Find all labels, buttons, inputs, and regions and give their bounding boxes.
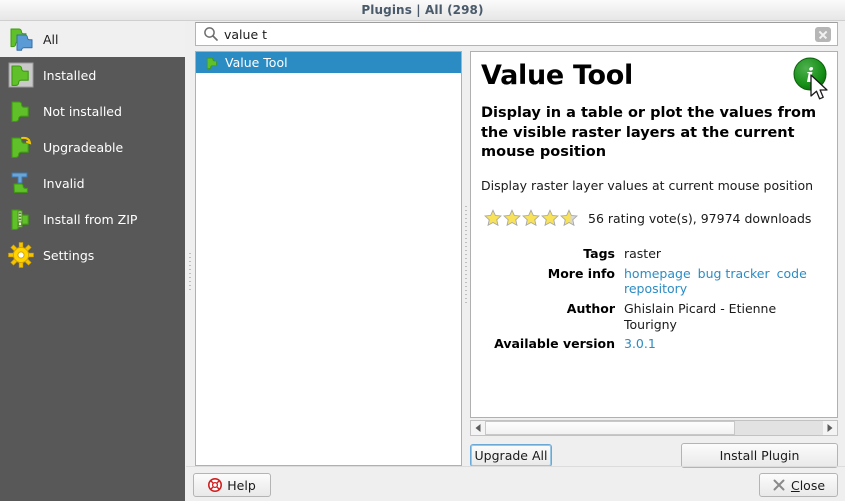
sidebar-item-label: Settings <box>43 248 94 263</box>
window-title: Plugins | All (298) <box>0 3 845 17</box>
upgrade-all-label: Upgrade All <box>475 448 548 463</box>
plugin-subtitle: Display in a table or plot the values fr… <box>481 104 827 162</box>
puzzle-all-icon <box>8 26 34 52</box>
plugins-dialog: Plugins | All (298) All Installed Not inst… <box>0 0 845 501</box>
metadata-value: raster <box>624 244 827 264</box>
puzzle-green-icon <box>8 98 34 124</box>
metadata-key: Author <box>481 299 624 334</box>
search-icon <box>202 25 220 43</box>
puzzle-invalid-icon <box>8 170 34 196</box>
puzzle-arrow-icon <box>8 134 34 160</box>
splitter-grip <box>465 206 467 306</box>
gear-icon <box>8 242 34 268</box>
sidebar-item-label: Installed <box>43 68 96 83</box>
scroll-thumb[interactable] <box>485 421 735 435</box>
sidebar-item-not-installed[interactable]: Not installed <box>0 93 185 129</box>
metadata-value: homepagebug trackercode repository <box>624 264 827 299</box>
metadata-key: More info <box>481 264 624 299</box>
puzzle-green-icon <box>205 56 219 70</box>
close-label-mnemonic: C <box>791 478 800 493</box>
close-button[interactable]: Close <box>759 473 838 497</box>
plugin-description: Display raster layer values at current m… <box>481 178 827 193</box>
help-label: Help <box>227 478 256 493</box>
metadata-table: TagsrasterMore infohomepagebug trackerco… <box>481 244 827 354</box>
star-icon[interactable] <box>541 209 560 227</box>
install-plugin-button[interactable]: Install Plugin <box>681 443 838 468</box>
metadata-row: AuthorGhislain Picard - Etienne Tourigny <box>481 299 827 334</box>
detail-hscrollbar[interactable] <box>470 420 838 436</box>
metadata-value: Ghislain Picard - Etienne Tourigny <box>624 299 827 334</box>
upgrade-all-button[interactable]: Upgrade All <box>470 444 552 467</box>
metadata-row: Tagsraster <box>481 244 827 264</box>
puzzle-installed-icon <box>8 62 34 88</box>
sidebar: All Installed Not installed Upgradeable Inva… <box>0 21 185 501</box>
plugin-name: Value Tool <box>225 55 288 70</box>
sidebar-item-label: Install from ZIP <box>43 212 137 227</box>
sidebar-item-upgradeable[interactable]: Upgradeable <box>0 129 185 165</box>
sidebar-item-settings[interactable]: Settings <box>0 237 185 273</box>
mouse-pointer-icon <box>809 74 831 102</box>
detail-splitter[interactable] <box>462 51 470 466</box>
sidebar-item-label: Upgradeable <box>43 140 123 155</box>
star-icon[interactable] <box>503 209 522 227</box>
plugin-title: Value Tool <box>481 62 827 90</box>
sidebar-item-install-from-zip[interactable]: Install from ZIP <box>0 201 185 237</box>
sidebar-item-invalid[interactable]: Invalid <box>0 165 185 201</box>
rating-row: 56 rating vote(s), 97974 downloads <box>484 209 827 227</box>
sidebar-item-installed[interactable]: Installed <box>0 57 185 93</box>
plugin-details: i Value Tool Display in a table or plot … <box>470 51 838 418</box>
rating-text: 56 rating vote(s), 97974 downloads <box>588 211 811 226</box>
list-item[interactable]: Value Tool <box>196 52 461 73</box>
link-homepage[interactable]: homepage <box>624 266 691 281</box>
star-icon[interactable] <box>522 209 541 227</box>
arrow-left-icon[interactable] <box>471 421 485 435</box>
metadata-row: Available version3.0.1 <box>481 334 827 354</box>
metadata-row: More infohomepagebug trackercode reposit… <box>481 264 827 299</box>
metadata-key: Tags <box>481 244 624 264</box>
sidebar-item-label: Not installed <box>43 104 122 119</box>
lifebuoy-icon <box>208 478 222 492</box>
sidebar-item-label: Invalid <box>43 176 85 191</box>
splitter-grip <box>189 253 191 291</box>
scroll-track[interactable] <box>485 421 823 435</box>
plugin-list[interactable]: Value Tool <box>195 51 462 466</box>
help-button[interactable]: Help <box>193 473 271 497</box>
clear-icon[interactable] <box>815 27 831 42</box>
sidebar-splitter[interactable] <box>186 21 194 501</box>
bottom-separator <box>186 466 845 467</box>
arrow-right-icon[interactable] <box>823 421 837 435</box>
sidebar-item-label: All <box>43 32 59 47</box>
metadata-key: Available version <box>481 334 624 354</box>
star-icon[interactable] <box>560 209 579 227</box>
version-link[interactable]: 3.0.1 <box>624 336 656 351</box>
link-bug-tracker[interactable]: bug tracker <box>698 266 770 281</box>
titlebar: Plugins | All (298) <box>0 0 845 21</box>
close-label: lose <box>800 478 825 493</box>
sidebar-item-all[interactable]: All <box>0 21 185 57</box>
close-x-icon <box>772 478 786 492</box>
star-icon[interactable] <box>484 209 503 227</box>
metadata-value: 3.0.1 <box>624 334 827 354</box>
search-box[interactable]: value t <box>195 22 838 46</box>
rating-stars[interactable] <box>484 209 579 227</box>
search-input[interactable]: value t <box>224 27 815 42</box>
install-plugin-label: Install Plugin <box>720 448 800 463</box>
puzzle-zip-icon <box>8 206 34 232</box>
